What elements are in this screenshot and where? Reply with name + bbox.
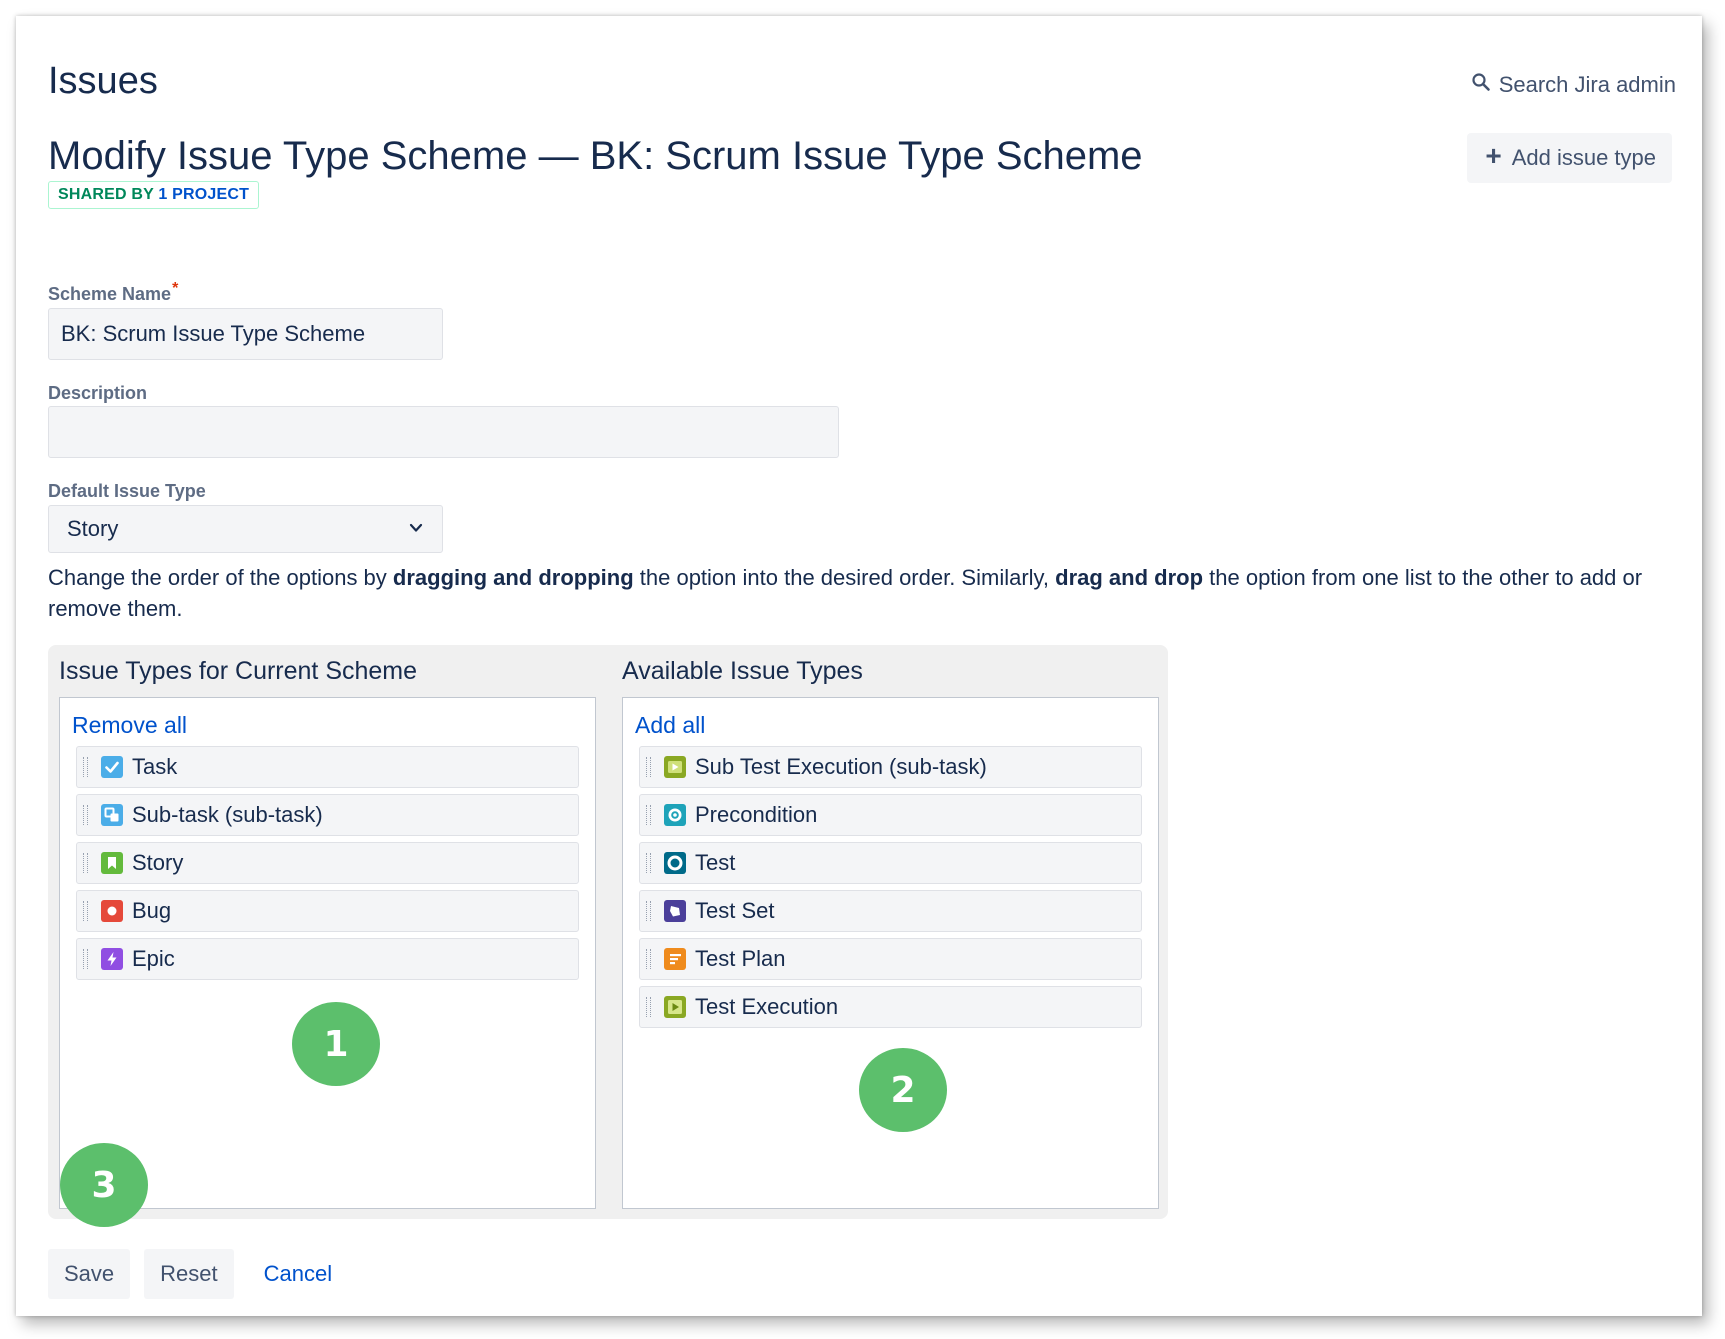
cancel-button[interactable]: Cancel <box>248 1249 348 1299</box>
issue-type-item-test-set[interactable]: Test Set <box>639 890 1142 932</box>
test-execution-icon <box>664 996 686 1018</box>
default-issue-type-select[interactable]: Story <box>48 505 443 553</box>
precondition-icon <box>664 804 686 826</box>
page-title: Issues <box>48 60 158 102</box>
issue-type-item-sub-test-execution[interactable]: Sub Test Execution (sub-task) <box>639 746 1142 788</box>
shared-by-badge: SHARED BY 1 PROJECT <box>48 181 260 209</box>
issue-type-item-epic[interactable]: Epic <box>76 938 579 980</box>
add-issue-type-button[interactable]: + Add issue type <box>1467 133 1672 183</box>
help-text-bold: dragging and dropping <box>392 565 634 590</box>
available-issue-types-title: Available Issue Types <box>622 657 863 685</box>
shared-by-text: SHARED BY <box>58 186 154 203</box>
issue-type-item-story[interactable]: Story <box>76 842 579 884</box>
story-icon <box>101 852 123 874</box>
form-buttons: Save Reset Cancel <box>48 1249 348 1299</box>
scheme-name-input[interactable] <box>48 308 443 360</box>
step-marker-1: 1 <box>292 1002 380 1086</box>
epic-icon <box>101 948 123 970</box>
chevron-down-icon <box>408 516 424 542</box>
subtask-icon <box>101 804 123 826</box>
issue-type-label: Sub-task (sub-task) <box>132 802 323 827</box>
issue-type-label: Bug <box>132 898 172 923</box>
sub-test-execution-icon <box>664 756 686 778</box>
drag-handle-icon[interactable] <box>646 949 651 969</box>
scheme-name-label-text: Scheme Name <box>48 284 172 304</box>
issue-type-label: Precondition <box>695 802 818 827</box>
issue-type-label: Test <box>695 850 736 875</box>
issue-type-item-test-execution[interactable]: Test Execution <box>639 986 1142 1028</box>
drag-handle-icon[interactable] <box>646 757 651 777</box>
required-marker: * <box>172 280 179 297</box>
issue-type-label: Sub Test Execution (sub-task) <box>695 754 987 779</box>
issue-type-item-task[interactable]: Task <box>76 746 579 788</box>
current-scheme-list[interactable]: Remove all Task Sub-task (sub-task) Stor… <box>59 697 596 1209</box>
available-issue-types-list[interactable]: Add all Sub Test Execution (sub-task) Pr… <box>622 697 1159 1209</box>
step-marker-2: 2 <box>859 1048 947 1132</box>
search-icon <box>1471 72 1491 98</box>
page-frame: Issues Search Jira admin Modify Issue Ty… <box>16 16 1702 1316</box>
main-content: Issues Search Jira admin Modify Issue Ty… <box>48 16 1676 1316</box>
drag-drop-help-text: Change the order of the options by dragg… <box>48 562 1688 624</box>
add-issue-type-label: Add issue type <box>1511 145 1656 170</box>
test-plan-icon <box>664 948 686 970</box>
search-jira-admin-link[interactable]: Search Jira admin <box>1471 72 1676 98</box>
default-issue-type-label: Default Issue Type <box>48 481 206 501</box>
drag-handle-icon[interactable] <box>646 805 651 825</box>
issue-type-label: Story <box>132 850 184 875</box>
description-label: Description <box>48 383 148 403</box>
shared-projects-link[interactable]: 1 PROJECT <box>158 186 249 203</box>
issue-type-lists-panel: Issue Types for Current Scheme Remove al… <box>48 645 1168 1219</box>
search-admin-label: Search Jira admin <box>1498 72 1676 97</box>
help-text-part: the option into the desired order. Simil… <box>633 565 1056 590</box>
test-set-icon <box>664 900 686 922</box>
default-issue-type-value: Story <box>67 516 119 541</box>
current-scheme-title: Issue Types for Current Scheme <box>59 657 418 685</box>
issue-type-item-precondition[interactable]: Precondition <box>639 794 1142 836</box>
plus-icon: + <box>1485 140 1502 171</box>
task-icon <box>101 756 123 778</box>
scheme-name-label: Scheme Name* <box>48 280 178 305</box>
step-marker-3: 3 <box>60 1143 148 1227</box>
issue-type-item-sub-task[interactable]: Sub-task (sub-task) <box>76 794 579 836</box>
drag-handle-icon[interactable] <box>646 901 651 921</box>
drag-handle-icon[interactable] <box>83 757 88 777</box>
add-all-link[interactable]: Add all <box>635 712 705 739</box>
drag-handle-icon[interactable] <box>646 997 651 1017</box>
help-text-bold: drag and drop <box>1055 565 1204 590</box>
description-input[interactable] <box>48 406 839 458</box>
issue-type-label: Task <box>132 754 178 779</box>
help-text-part: Change the order of the options by <box>48 565 393 590</box>
issue-type-item-bug[interactable]: Bug <box>76 890 579 932</box>
bug-icon <box>101 900 123 922</box>
issue-type-label: Test Plan <box>695 946 786 971</box>
issue-type-item-test[interactable]: Test <box>639 842 1142 884</box>
drag-handle-icon[interactable] <box>83 805 88 825</box>
issue-type-label: Epic <box>132 946 175 971</box>
scheme-title: Modify Issue Type Scheme — BK: Scrum Iss… <box>48 134 1143 178</box>
drag-handle-icon[interactable] <box>83 949 88 969</box>
test-icon <box>664 852 686 874</box>
remove-all-link[interactable]: Remove all <box>72 712 187 739</box>
issue-type-label: Test Execution <box>695 994 839 1019</box>
reset-button[interactable]: Reset <box>144 1249 234 1299</box>
issue-type-item-test-plan[interactable]: Test Plan <box>639 938 1142 980</box>
drag-handle-icon[interactable] <box>646 853 651 873</box>
drag-handle-icon[interactable] <box>83 901 88 921</box>
save-button[interactable]: Save <box>48 1249 131 1299</box>
drag-handle-icon[interactable] <box>83 853 88 873</box>
issue-type-label: Test Set <box>695 898 775 923</box>
